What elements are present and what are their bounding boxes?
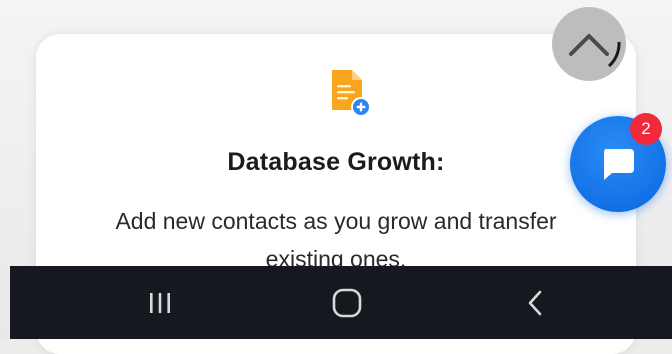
home-icon bbox=[332, 288, 362, 317]
scroll-to-top-button[interactable] bbox=[549, 4, 629, 84]
back-icon bbox=[528, 290, 542, 315]
card-title: Database Growth: bbox=[227, 148, 445, 176]
unread-badge: 2 bbox=[630, 113, 662, 145]
back-button[interactable] bbox=[496, 266, 576, 339]
chevron-up-icon bbox=[552, 7, 626, 81]
document-add-icon bbox=[332, 70, 371, 117]
recent-apps-button[interactable] bbox=[120, 266, 200, 339]
recent-apps-icon bbox=[150, 292, 170, 313]
chat-bubble-icon bbox=[604, 149, 634, 180]
home-button[interactable] bbox=[307, 266, 387, 339]
system-navigation-bar bbox=[10, 266, 672, 339]
